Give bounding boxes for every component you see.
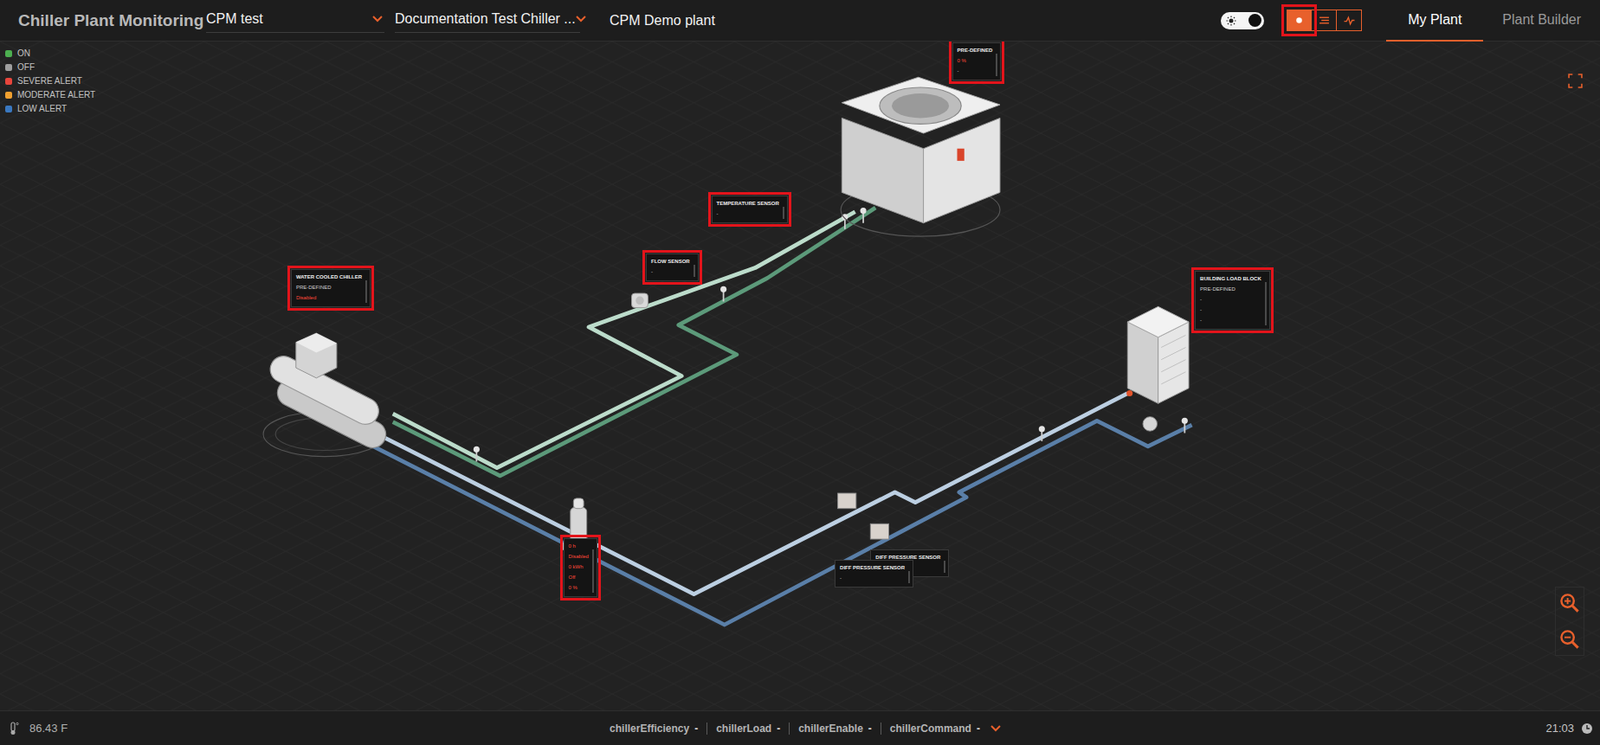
view-button[interactable] <box>1286 9 1312 32</box>
app-title: Chiller Plant Monitoring <box>18 11 207 31</box>
equipment-card[interactable]: DIFF PRESSURE SENSOR - <box>834 560 914 588</box>
diff-pressure-sensor[interactable] <box>838 493 890 540</box>
view-button[interactable] <box>1311 9 1337 32</box>
chiller[interactable] <box>263 333 391 458</box>
sensor-pin[interactable] <box>1181 418 1188 434</box>
sun-icon <box>1225 15 1237 26</box>
app: Chiller Plant Monitoring CPM test Docume… <box>0 0 1600 745</box>
equipment-card[interactable]: FLOW SENSOR - <box>645 253 699 282</box>
chevron-down-icon <box>372 15 383 23</box>
fullscreen-icon[interactable] <box>1567 73 1583 89</box>
grid <box>0 41 1600 711</box>
plant-diagram <box>0 41 1600 711</box>
plant-dropdown[interactable]: Documentation Test Chiller ... <box>394 7 581 33</box>
legend-swatch <box>5 77 13 85</box>
card-scrollbar <box>908 571 910 584</box>
legend-item: SEVERE ALERT <box>5 76 96 87</box>
nav-tab[interactable]: Plant Builder <box>1483 0 1600 42</box>
legend-swatch <box>5 64 13 71</box>
equipment-card[interactable]: PRE-DEFINED 0 %- <box>952 42 1002 81</box>
plant-canvas[interactable]: ON OFF SEVERE ALERT MODERATE ALERT LOW A… <box>0 41 1600 711</box>
legend-item: MODERATE ALERT <box>5 90 96 101</box>
theme-toggle[interactable] <box>1220 12 1265 30</box>
chilled-water-pipes <box>359 393 1193 626</box>
list-icon <box>1318 14 1330 26</box>
legend-swatch <box>5 105 13 113</box>
legend-item: ON <box>5 48 96 59</box>
flow-meter[interactable] <box>632 293 649 308</box>
status-point: chillerLoad- <box>706 722 789 736</box>
card-scrollbar <box>943 561 946 574</box>
nav-tabs: My PlantPlant Builder <box>1386 0 1600 42</box>
card-scrollbar <box>995 53 998 77</box>
legend-item: OFF <box>5 62 96 73</box>
chevron-down-icon <box>575 15 587 23</box>
equipment-card[interactable]: WATER COOLED CHILLER PRE-DEFINEDDisabled <box>290 269 371 308</box>
card-scrollbar <box>1264 282 1267 326</box>
plant-name: CPM Demo plant <box>609 12 716 29</box>
clock: 21:03 <box>1000 722 1594 736</box>
status-legend: ON OFF SEVERE ALERT MODERATE ALERT LOW A… <box>5 48 96 115</box>
status-bar: 86.43 F chillerEfficiency-chillerLoad-ch… <box>0 710 1600 745</box>
status-point: chillerCommand- <box>880 722 989 736</box>
thermometer-icon <box>8 722 20 736</box>
outdoor-temperature: 86.43 F <box>8 722 601 736</box>
card-scrollbar <box>592 549 594 594</box>
equipment-card[interactable]: BUILDING LOAD BLOCK PRE-DEFINED--- <box>1194 270 1271 330</box>
nav-tab[interactable]: My Plant <box>1386 0 1484 42</box>
top-bar: Chiller Plant Monitoring CPM test Docume… <box>0 0 1600 42</box>
zoom-in-icon[interactable] <box>1559 593 1581 614</box>
equipment-card[interactable]: TEMPERATURE SENSOR - <box>711 195 788 224</box>
legend-swatch <box>5 91 13 99</box>
condenser-pipes <box>393 207 876 477</box>
dot-icon <box>1293 14 1305 26</box>
zoom-out-icon[interactable] <box>1559 629 1581 651</box>
sensor-pin[interactable] <box>860 207 867 224</box>
zoom-controls <box>1554 587 1585 657</box>
expand-chevron-icon[interactable] <box>990 725 1001 733</box>
view-switcher <box>1286 9 1362 32</box>
sensor-pin[interactable] <box>720 286 727 303</box>
card-scrollbar <box>365 280 368 304</box>
card-scrollbar <box>782 206 785 220</box>
plant-dropdown[interactable]: CPM test <box>206 7 385 33</box>
pulse-icon <box>1343 14 1355 26</box>
building[interactable] <box>1127 306 1189 404</box>
legend-swatch <box>5 50 13 58</box>
clock-icon <box>1580 722 1594 736</box>
status-point: chillerEnable- <box>788 722 881 736</box>
sensor-pin[interactable] <box>473 446 480 463</box>
view-button[interactable] <box>1336 9 1362 32</box>
status-point: chillerEfficiency- <box>600 722 707 736</box>
cooling-tower[interactable] <box>840 77 1000 237</box>
legend-item: LOW ALERT <box>5 103 96 115</box>
equipment-card[interactable]: 0 hDisabled0 kWhOff0 % <box>563 538 598 598</box>
point-summary: chillerEfficiency-chillerLoad-chillerEna… <box>600 722 1001 736</box>
toggle-knob <box>1248 13 1262 27</box>
sensor-pin[interactable] <box>1038 425 1046 442</box>
card-scrollbar <box>693 264 696 278</box>
